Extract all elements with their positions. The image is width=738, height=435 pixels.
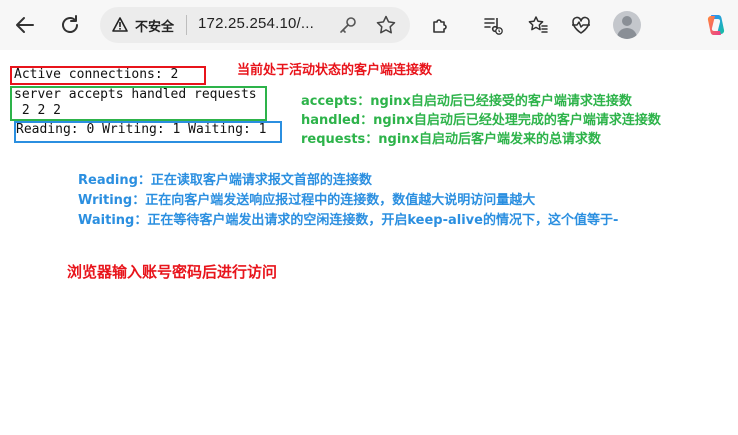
- address-bar[interactable]: 不安全 172.25.254.10/...: [100, 7, 410, 43]
- states-highlight: [14, 121, 282, 143]
- extensions-icon[interactable]: [425, 10, 455, 40]
- requests-note: requests：nginx自启动后客户端发来的总请求数: [301, 132, 601, 147]
- favorites-icon[interactable]: [523, 10, 553, 40]
- page-content: Active connections: 2 server accepts han…: [0, 50, 738, 435]
- waiting-note: Waiting：正在等待客户端发出请求的空闲连接数，开启keep-alive的情…: [78, 213, 619, 228]
- star-icon[interactable]: [375, 14, 397, 40]
- accepts-note: accepts：nginx自启动后已经接受的客户端请求连接数: [301, 94, 632, 109]
- refresh-icon[interactable]: [55, 10, 85, 40]
- health-icon[interactable]: [566, 10, 596, 40]
- warning-icon[interactable]: [112, 17, 128, 36]
- handled-note: handled：nginx自启动后已经处理完成的客户端请求连接数: [301, 113, 661, 128]
- active-connections-highlight: [10, 66, 206, 85]
- writing-note: Writing：正在向客户端发送响应报过程中的连接数，数值越大说明访问量越大: [78, 193, 536, 208]
- back-icon[interactable]: [10, 10, 40, 40]
- security-label[interactable]: 不安全: [135, 16, 174, 35]
- media-icon[interactable]: [478, 10, 508, 40]
- active-connections-note: 当前处于活动状态的客户端连接数: [237, 63, 433, 78]
- counters-highlight: [10, 86, 267, 121]
- access-note: 浏览器输入账号密码后进行访问: [67, 263, 278, 281]
- key-icon[interactable]: [338, 15, 358, 39]
- profile-avatar[interactable]: [613, 11, 641, 39]
- url-text[interactable]: 172.25.254.10/...: [198, 15, 314, 32]
- avatar-head: [622, 16, 632, 26]
- avatar-body: [617, 28, 637, 39]
- reading-note: Reading：正在读取客户端请求报文首部的连接数: [78, 173, 372, 188]
- address-divider: [186, 15, 187, 35]
- browser-toolbar: 不安全 172.25.254.10/...: [0, 0, 738, 50]
- copilot-icon[interactable]: [701, 10, 731, 40]
